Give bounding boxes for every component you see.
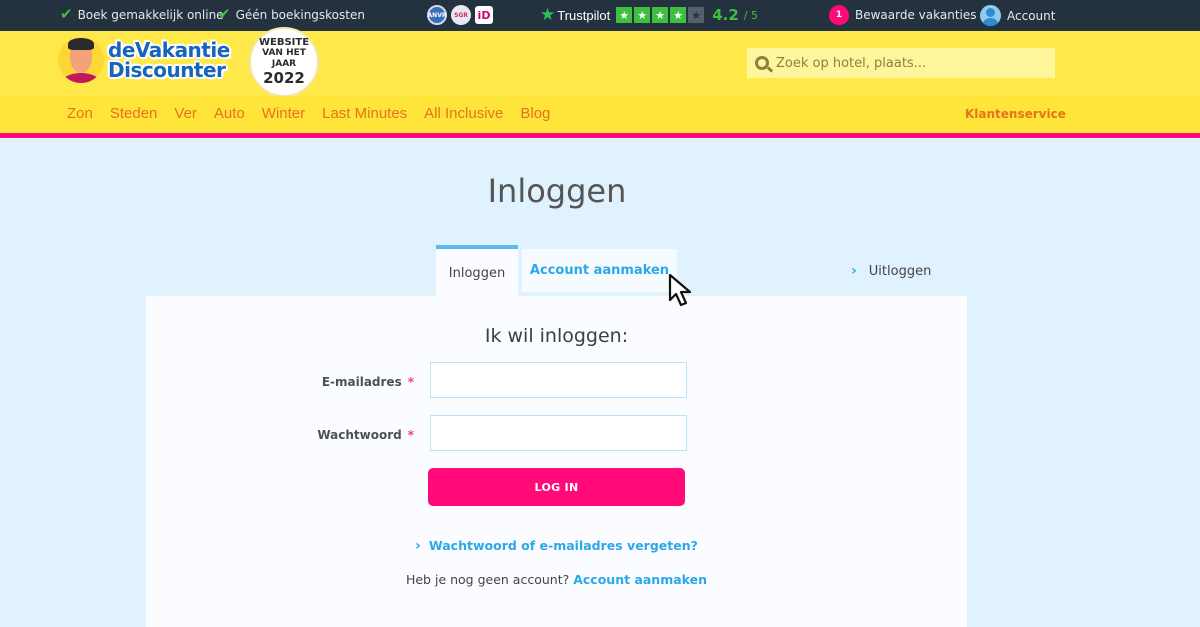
account-link[interactable]: Account bbox=[980, 5, 1055, 26]
saved-holidays-link[interactable]: 1 Bewaarde vakanties bbox=[829, 5, 977, 25]
top-bar: ✔ Boek gemakkelijk online ✔ Géén boeking… bbox=[0, 0, 1200, 31]
trustpilot-name: Trustpilot bbox=[557, 7, 611, 23]
check-icon: ✔ bbox=[218, 5, 231, 23]
password-label: Wachtwoord * bbox=[164, 428, 414, 442]
saved-holidays-label: Bewaarde vakanties bbox=[855, 8, 977, 22]
email-field[interactable] bbox=[430, 362, 687, 398]
search-input[interactable] bbox=[776, 55, 1046, 71]
header-divider bbox=[0, 133, 1200, 138]
login-card: Ik wil inloggen: E-mailadres * Wachtwoord… bbox=[146, 296, 967, 627]
site-header: deVakantie Discounter WEBSITE VAN HET JA… bbox=[0, 27, 1200, 97]
site-logo[interactable]: deVakantie Discounter bbox=[58, 37, 230, 83]
required-mark: * bbox=[407, 375, 414, 389]
forgot-label: Wachtwoord of e-mailadres vergeten? bbox=[428, 538, 698, 553]
brand-wordmark: deVakantie Discounter bbox=[108, 40, 230, 80]
nav-item-blog[interactable]: Blog bbox=[520, 105, 550, 122]
login-button[interactable]: LOG IN bbox=[428, 468, 685, 506]
no-account-prompt: Heb je nog geen account? Account aanmake… bbox=[146, 572, 967, 587]
check-icon: ✔ bbox=[60, 5, 73, 23]
chevron-right-icon: › bbox=[851, 263, 857, 279]
chevron-right-icon: › bbox=[415, 538, 421, 554]
trustpilot-score: 4.2 bbox=[712, 6, 739, 24]
award-badge: WEBSITE VAN HET JAAR 2022 bbox=[249, 27, 319, 97]
no-account-text: Heb je nog geen account? bbox=[405, 572, 570, 587]
heart-icon: 1 bbox=[829, 5, 849, 25]
main-nav: Zon Steden Ver Auto Winter Last Minutes … bbox=[0, 96, 1200, 133]
nav-item-auto[interactable]: Auto bbox=[214, 105, 245, 122]
password-label-text: Wachtwoord bbox=[317, 428, 402, 442]
brand-line-2: Discounter bbox=[108, 58, 226, 82]
nav-item-ver[interactable]: Ver bbox=[174, 105, 197, 122]
customer-service-link[interactable]: Klantenservice bbox=[965, 107, 1066, 121]
search-icon bbox=[755, 56, 769, 70]
trustpilot-rating[interactable]: ★ Trustpilot ★ ★ ★ ★ ★ 4.2 / 5 bbox=[540, 6, 758, 24]
rating-star-icon: ★ bbox=[670, 7, 687, 23]
rating-star-icon: ★ bbox=[616, 7, 633, 23]
mascot-icon bbox=[58, 37, 104, 83]
nav-item-all-inclusive[interactable]: All Inclusive bbox=[424, 105, 503, 122]
trust-badges: ANVR SGR iD bbox=[427, 5, 493, 25]
trustpilot-star-icon: ★ bbox=[540, 4, 556, 25]
logout-link[interactable]: › Uitloggen bbox=[851, 263, 931, 279]
brand-line-1: deVakantie bbox=[108, 38, 230, 62]
usp-easy-booking: ✔ Boek gemakkelijk online bbox=[60, 7, 224, 22]
trustpilot-max: / 5 bbox=[743, 8, 759, 22]
award-line: VAN HET bbox=[262, 48, 306, 58]
form-heading: Ik wil inloggen: bbox=[484, 325, 629, 347]
usp-label: Boek gemakkelijk online bbox=[77, 7, 224, 22]
nav-item-zon[interactable]: Zon bbox=[67, 105, 93, 122]
sgr-logo-icon[interactable]: SGR bbox=[451, 5, 471, 25]
user-avatar-icon bbox=[980, 5, 1001, 26]
required-mark: * bbox=[407, 428, 414, 442]
rating-star-icon: ★ bbox=[634, 7, 651, 23]
page-title: Inloggen bbox=[487, 172, 627, 210]
nav-item-steden[interactable]: Steden bbox=[110, 105, 158, 122]
forgot-credentials-link[interactable]: › Wachtwoord of e-mailadres vergeten? bbox=[146, 538, 967, 554]
email-label: E-mailadres * bbox=[164, 375, 414, 389]
tab-create-account[interactable]: Account aanmaken bbox=[522, 249, 677, 292]
rating-star-empty-icon: ★ bbox=[688, 7, 705, 23]
rating-star-icon: ★ bbox=[652, 7, 669, 23]
usp-no-fees: ✔ Géén boekingskosten bbox=[218, 7, 365, 22]
mouse-cursor-icon bbox=[668, 273, 692, 307]
nav-item-winter[interactable]: Winter bbox=[262, 105, 305, 122]
usp-label: Géén boekingskosten bbox=[235, 7, 365, 22]
logout-label: Uitloggen bbox=[868, 263, 932, 279]
award-year: 2022 bbox=[263, 69, 305, 87]
tab-login[interactable]: Inloggen bbox=[436, 245, 518, 297]
email-label-text: E-mailadres bbox=[321, 375, 402, 389]
search-box[interactable] bbox=[747, 48, 1055, 78]
award-line: WEBSITE bbox=[258, 37, 310, 48]
account-label: Account bbox=[1007, 8, 1056, 23]
nav-item-last-minutes[interactable]: Last Minutes bbox=[322, 105, 407, 122]
ideal-logo-icon[interactable]: iD bbox=[475, 6, 493, 24]
password-field[interactable] bbox=[430, 415, 687, 451]
create-account-link[interactable]: Account aanmaken bbox=[573, 572, 707, 587]
anvr-logo-icon[interactable]: ANVR bbox=[427, 5, 447, 25]
